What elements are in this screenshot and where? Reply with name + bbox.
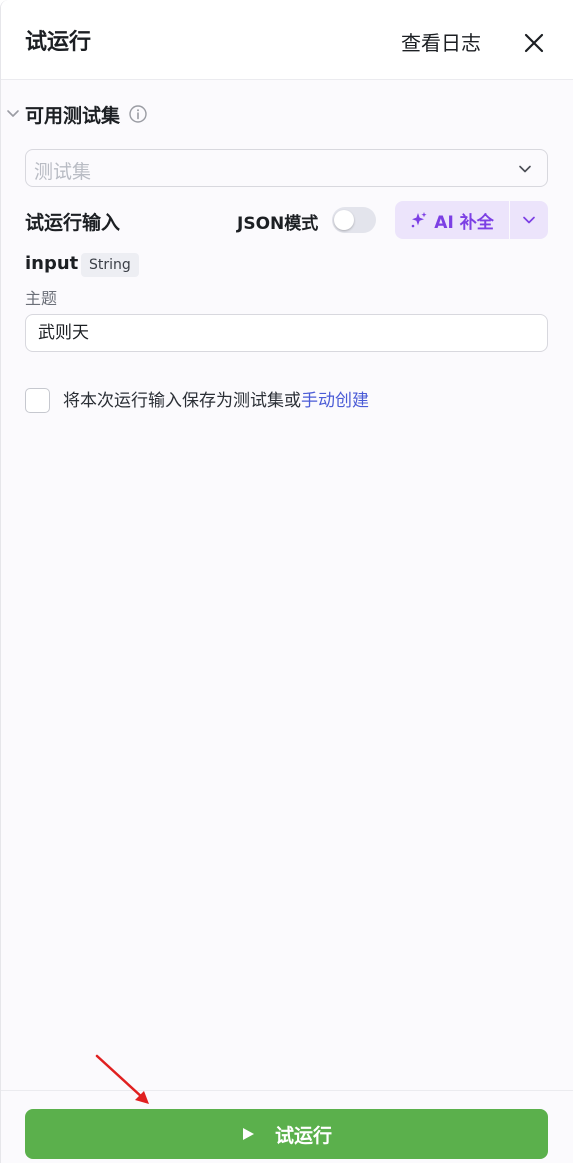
manual-create-link[interactable]: 手动创建 bbox=[301, 391, 369, 411]
json-mode-toggle[interactable] bbox=[332, 207, 376, 233]
run-input-label: 试运行输入 bbox=[25, 212, 121, 234]
view-log-link[interactable]: 查看日志 bbox=[401, 28, 481, 58]
chevron-down-icon bbox=[523, 216, 535, 224]
toggle-knob bbox=[334, 210, 354, 230]
test-run-panel: 试运行 查看日志 可用测试集 测试集 试运行输入 JSON模式 AI 补全 in… bbox=[0, 0, 573, 1163]
save-as-test-set-checkbox[interactable] bbox=[25, 388, 50, 413]
field-name: input bbox=[25, 253, 79, 274]
chevron-down-icon bbox=[519, 165, 531, 173]
close-button[interactable] bbox=[521, 30, 547, 56]
chevron-down-icon bbox=[7, 110, 19, 117]
panel-header: 试运行 查看日志 bbox=[1, 0, 573, 80]
play-icon bbox=[242, 1128, 254, 1140]
field-description: 主题 bbox=[25, 289, 58, 308]
save-as-test-set-label: 将本次运行输入保存为测试集或手动创建 bbox=[63, 389, 369, 413]
test-set-section-header[interactable]: 可用测试集 bbox=[5, 100, 148, 128]
test-set-title: 可用测试集 bbox=[25, 104, 121, 127]
footer-divider bbox=[1, 1090, 573, 1091]
save-option-text: 将本次运行输入保存为测试集或 bbox=[63, 391, 301, 411]
test-set-select[interactable]: 测试集 bbox=[25, 149, 548, 187]
test-set-placeholder: 测试集 bbox=[34, 161, 92, 183]
ai-complete-button[interactable]: AI 补全 bbox=[395, 201, 509, 239]
type-badge: String bbox=[81, 253, 139, 277]
annotation-arrow-icon bbox=[95, 1054, 149, 1104]
input-field[interactable]: 武则天 bbox=[25, 314, 548, 352]
ai-complete-label: AI 补全 bbox=[434, 212, 494, 233]
info-icon[interactable] bbox=[128, 104, 148, 124]
ai-complete-dropdown[interactable] bbox=[510, 201, 548, 239]
panel-title: 试运行 bbox=[25, 30, 92, 55]
close-icon bbox=[524, 33, 544, 53]
run-button-label: 试运行 bbox=[274, 1124, 332, 1147]
run-button[interactable]: 试运行 bbox=[25, 1109, 548, 1159]
json-mode-label: JSON模式 bbox=[237, 214, 319, 234]
sparkle-icon bbox=[411, 212, 427, 228]
